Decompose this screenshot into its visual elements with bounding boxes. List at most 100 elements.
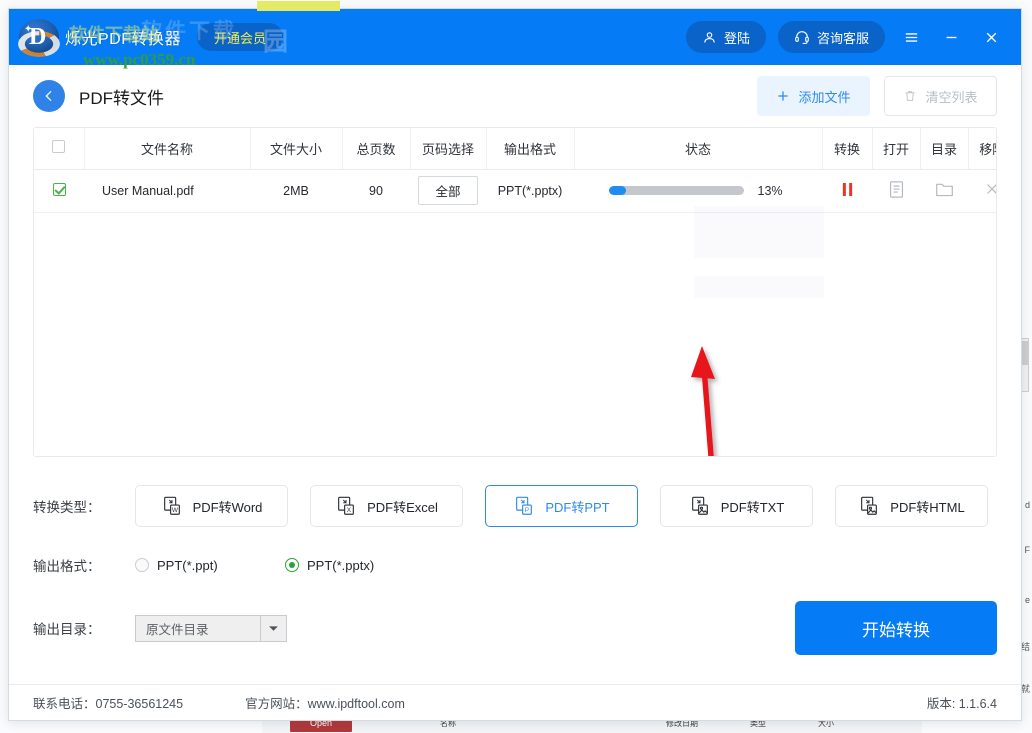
- radio-dot-ppt[interactable]: [135, 558, 149, 572]
- cell-filesize: 2MB: [250, 169, 342, 212]
- folder-icon[interactable]: [935, 181, 954, 198]
- file-word-icon: W: [161, 495, 183, 517]
- row-checkbox[interactable]: [53, 183, 66, 196]
- cell-status: 13%: [574, 169, 822, 212]
- chevron-down-icon[interactable]: [260, 616, 286, 641]
- cell-page-select[interactable]: 全部: [410, 169, 486, 212]
- cell-convert[interactable]: [822, 169, 872, 212]
- th-filesize: 文件大小: [250, 128, 342, 169]
- app-title: 烁光PDF转换器: [65, 25, 181, 49]
- file-list-empty-area: [34, 213, 996, 457]
- bg-side-label-0: d: [1025, 500, 1030, 510]
- document-icon[interactable]: [888, 180, 905, 199]
- bg-side-label-4: 就: [1021, 682, 1030, 695]
- clear-list-button[interactable]: 清空列表: [884, 76, 997, 116]
- add-file-label: 添加文件: [798, 87, 850, 106]
- customer-service-button[interactable]: 咨询客服: [778, 21, 885, 53]
- file-image-icon: [858, 495, 880, 517]
- convert-to-excel-button[interactable]: X PDF转Excel: [310, 485, 463, 527]
- th-open: 打开: [872, 128, 920, 169]
- footer-version: 版本: 1.1.6.4: [927, 693, 997, 712]
- page-header: PDF转文件 添加文件 清空列表: [33, 65, 997, 127]
- th-status: 状态: [574, 128, 822, 169]
- footer-phone: 联系电话：0755-36561245: [33, 693, 183, 712]
- svg-text:P: P: [525, 507, 529, 514]
- output-directory-select[interactable]: 原文件目录: [135, 615, 287, 642]
- svg-text:W: W: [171, 507, 178, 514]
- file-image-icon: [689, 495, 711, 517]
- convert-to-txt-label: PDF转TXT: [721, 497, 785, 516]
- output-format-label: 输出格式：: [33, 555, 135, 575]
- conversion-type-row: 转换类型： W PDF转Word: [33, 485, 997, 527]
- radio-dot-pptx[interactable]: [285, 558, 299, 572]
- footer-bar: 联系电话：0755-36561245 官方网站：www.ipdftool.com…: [9, 684, 1021, 720]
- yellow-strip-decor: [257, 1, 340, 11]
- file-excel-icon: X: [335, 495, 357, 517]
- bg-side-label-3: 结: [1021, 640, 1030, 653]
- table-row: User Manual.pdf 2MB 90 全部 PPT(*.pptx): [34, 169, 997, 212]
- file-list-panel: 文件名称 文件大小 总页数 页码选择 输出格式 状态 转换 打开 目录 移除: [33, 127, 997, 457]
- th-directory: 目录: [920, 128, 968, 169]
- th-pages: 总页数: [342, 128, 410, 169]
- convert-to-txt-button[interactable]: PDF转TXT: [660, 485, 813, 527]
- cell-pages: 90: [342, 169, 410, 212]
- svg-text:X: X: [347, 507, 352, 514]
- plus-icon: [776, 89, 790, 103]
- output-format-radios: PPT(*.ppt) PPT(*.pptx): [135, 558, 374, 573]
- convert-to-word-label: PDF转Word: [193, 497, 263, 516]
- headset-icon: [794, 29, 810, 45]
- add-file-button[interactable]: 添加文件: [757, 76, 870, 116]
- back-button[interactable]: [33, 80, 65, 112]
- format-radio-pptx[interactable]: PPT(*.pptx): [285, 558, 374, 573]
- convert-to-word-button[interactable]: W PDF转Word: [135, 485, 288, 527]
- cell-output-format: PPT(*.pptx): [486, 169, 574, 212]
- trash-icon: [903, 89, 917, 103]
- titlebar-right-controls: 登陆 咨询客服: [686, 21, 1021, 53]
- page-select-input[interactable]: 全部: [418, 176, 478, 205]
- th-remove: 移除: [968, 128, 997, 169]
- start-convert-button[interactable]: 开始转换: [795, 601, 997, 655]
- footer-website: 官方网站：www.ipdftool.com: [245, 693, 405, 712]
- title-bar: D ✦ 软件下载 园 烁光PDF转换器 开通会员 软件下载站 www.pc035…: [9, 9, 1021, 65]
- select-all-checkbox[interactable]: [52, 140, 65, 153]
- table-header-row: 文件名称 文件大小 总页数 页码选择 输出格式 状态 转换 打开 目录 移除: [34, 128, 997, 169]
- app-window: D ✦ 软件下载 园 烁光PDF转换器 开通会员 软件下载站 www.pc035…: [8, 8, 1022, 721]
- file-ppt-icon: P: [513, 495, 535, 517]
- cell-directory[interactable]: [920, 169, 968, 212]
- format-radio-ppt-label: PPT(*.ppt): [157, 558, 218, 573]
- format-radio-ppt[interactable]: PPT(*.ppt): [135, 558, 285, 573]
- main-content: PDF转文件 添加文件 清空列表: [9, 65, 1021, 684]
- convert-to-html-button[interactable]: PDF转HTML: [835, 485, 988, 527]
- output-directory-row: 输出目录： 原文件目录 开始转换: [33, 601, 997, 655]
- clear-list-label: 清空列表: [925, 87, 977, 106]
- convert-to-html-label: PDF转HTML: [890, 497, 964, 516]
- login-button[interactable]: 登陆: [686, 21, 766, 53]
- close-icon[interactable]: [983, 180, 997, 198]
- convert-to-excel-label: PDF转Excel: [367, 497, 438, 516]
- conversion-type-buttons: W PDF转Word X: [135, 485, 988, 527]
- output-directory-label: 输出目录：: [33, 618, 135, 638]
- cell-row-checkbox[interactable]: [34, 169, 84, 212]
- bg-side-label-1: F: [1025, 545, 1031, 555]
- cell-open[interactable]: [872, 169, 920, 212]
- menu-button[interactable]: [897, 23, 925, 51]
- output-format-row: 输出格式： PPT(*.ppt) PPT(*.pptx): [33, 555, 997, 575]
- th-filename: 文件名称: [84, 128, 250, 169]
- customer-service-label: 咨询客服: [817, 28, 869, 47]
- vip-upgrade-button[interactable]: 开通会员: [197, 23, 283, 51]
- output-directory-value: 原文件目录: [136, 619, 260, 638]
- conversion-type-label: 转换类型：: [33, 496, 135, 516]
- pause-icon[interactable]: [841, 182, 854, 197]
- convert-to-ppt-button[interactable]: P PDF转PPT: [485, 485, 638, 527]
- cell-filename: User Manual.pdf: [84, 169, 250, 212]
- minimize-button[interactable]: [937, 23, 965, 51]
- th-select-all[interactable]: [34, 128, 84, 169]
- progress-bar: [609, 186, 744, 195]
- file-table: 文件名称 文件大小 总页数 页码选择 输出格式 状态 转换 打开 目录 移除: [34, 128, 997, 213]
- format-radio-pptx-label: PPT(*.pptx): [307, 558, 374, 573]
- th-convert: 转换: [822, 128, 872, 169]
- convert-to-ppt-label: PDF转PPT: [545, 497, 609, 516]
- app-logo-icon: D ✦: [17, 15, 61, 59]
- close-button[interactable]: [977, 23, 1005, 51]
- cell-remove[interactable]: [968, 169, 997, 212]
